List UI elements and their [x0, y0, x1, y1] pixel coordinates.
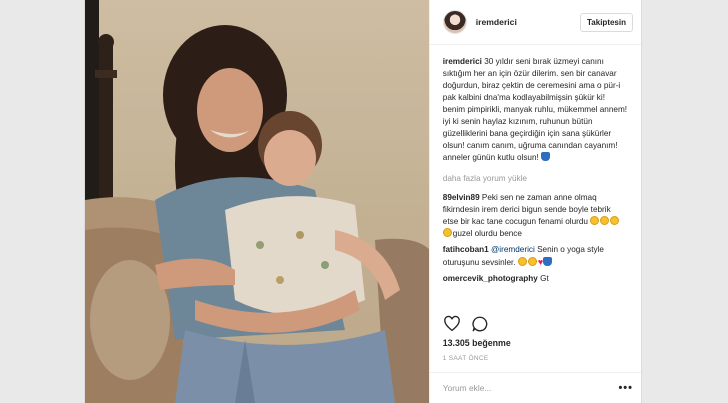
comment-username[interactable]: fatihcoban1 [443, 245, 489, 254]
load-more-comments-link[interactable]: daha fazla yorum yükle [443, 173, 628, 185]
comment-mention-link[interactable]: @iremderici [491, 245, 535, 254]
comment-input[interactable] [442, 383, 619, 393]
comments-section: iremderici 30 yıldır seni bırak üzmeyi c… [430, 45, 641, 285]
grinning-emoji-icon [527, 257, 537, 266]
emoji-icon [541, 152, 551, 161]
comment-item: fatihcoban1 @iremderici Senin o yoga sty… [443, 244, 628, 269]
vintage-photo-mother-and-child [85, 0, 429, 403]
grinning-emoji-icon [442, 228, 452, 237]
comment-icon[interactable] [471, 315, 489, 333]
caption: iremderici 30 yıldır seni bırak üzmeyi c… [443, 56, 628, 164]
more-options-icon[interactable]: ••• [618, 382, 633, 394]
post-sidebar: iremderici Takiptesin iremderici 30 yıld… [428, 0, 641, 403]
instagram-post: iremderici Takiptesin iremderici 30 yıld… [84, 0, 642, 403]
grinning-emoji-icon [600, 216, 610, 225]
comment-text: Gt [540, 274, 549, 283]
grinning-emoji-icon [610, 216, 620, 225]
comment-text-tail: guzel olurdu bence [452, 229, 522, 238]
caption-text: 30 yıldır seni bırak üzmeyi canını sıktı… [442, 57, 628, 162]
comment-username[interactable]: 89elvin89 [443, 193, 480, 202]
post-header: iremderici Takiptesin [429, 0, 641, 45]
post-photo[interactable] [85, 0, 429, 403]
heart-icon[interactable] [443, 315, 461, 333]
caption-username[interactable]: iremderici [443, 57, 482, 66]
likes-count[interactable]: 13.305 beğenme [443, 338, 511, 348]
comment-item: omercevik_photography Gt [443, 273, 628, 285]
post-actions [443, 315, 489, 333]
comment-username[interactable]: omercevik_photography [443, 274, 538, 283]
add-comment-bar: ••• [429, 372, 641, 403]
comment-item: 89elvin89 Peki sen ne zaman anne olmaq f… [442, 192, 628, 240]
page-background: iremderici Takiptesin iremderici 30 yıld… [0, 0, 728, 403]
header-username[interactable]: iremderici [476, 17, 580, 27]
grinning-emoji-icon [517, 257, 527, 266]
post-timestamp[interactable]: 1 SAAT ÖNCE [443, 355, 489, 362]
avatar[interactable] [442, 10, 467, 34]
grinning-emoji-icon [590, 216, 600, 225]
emoji-icon [543, 257, 553, 266]
following-button[interactable]: Takiptesin [580, 12, 633, 32]
